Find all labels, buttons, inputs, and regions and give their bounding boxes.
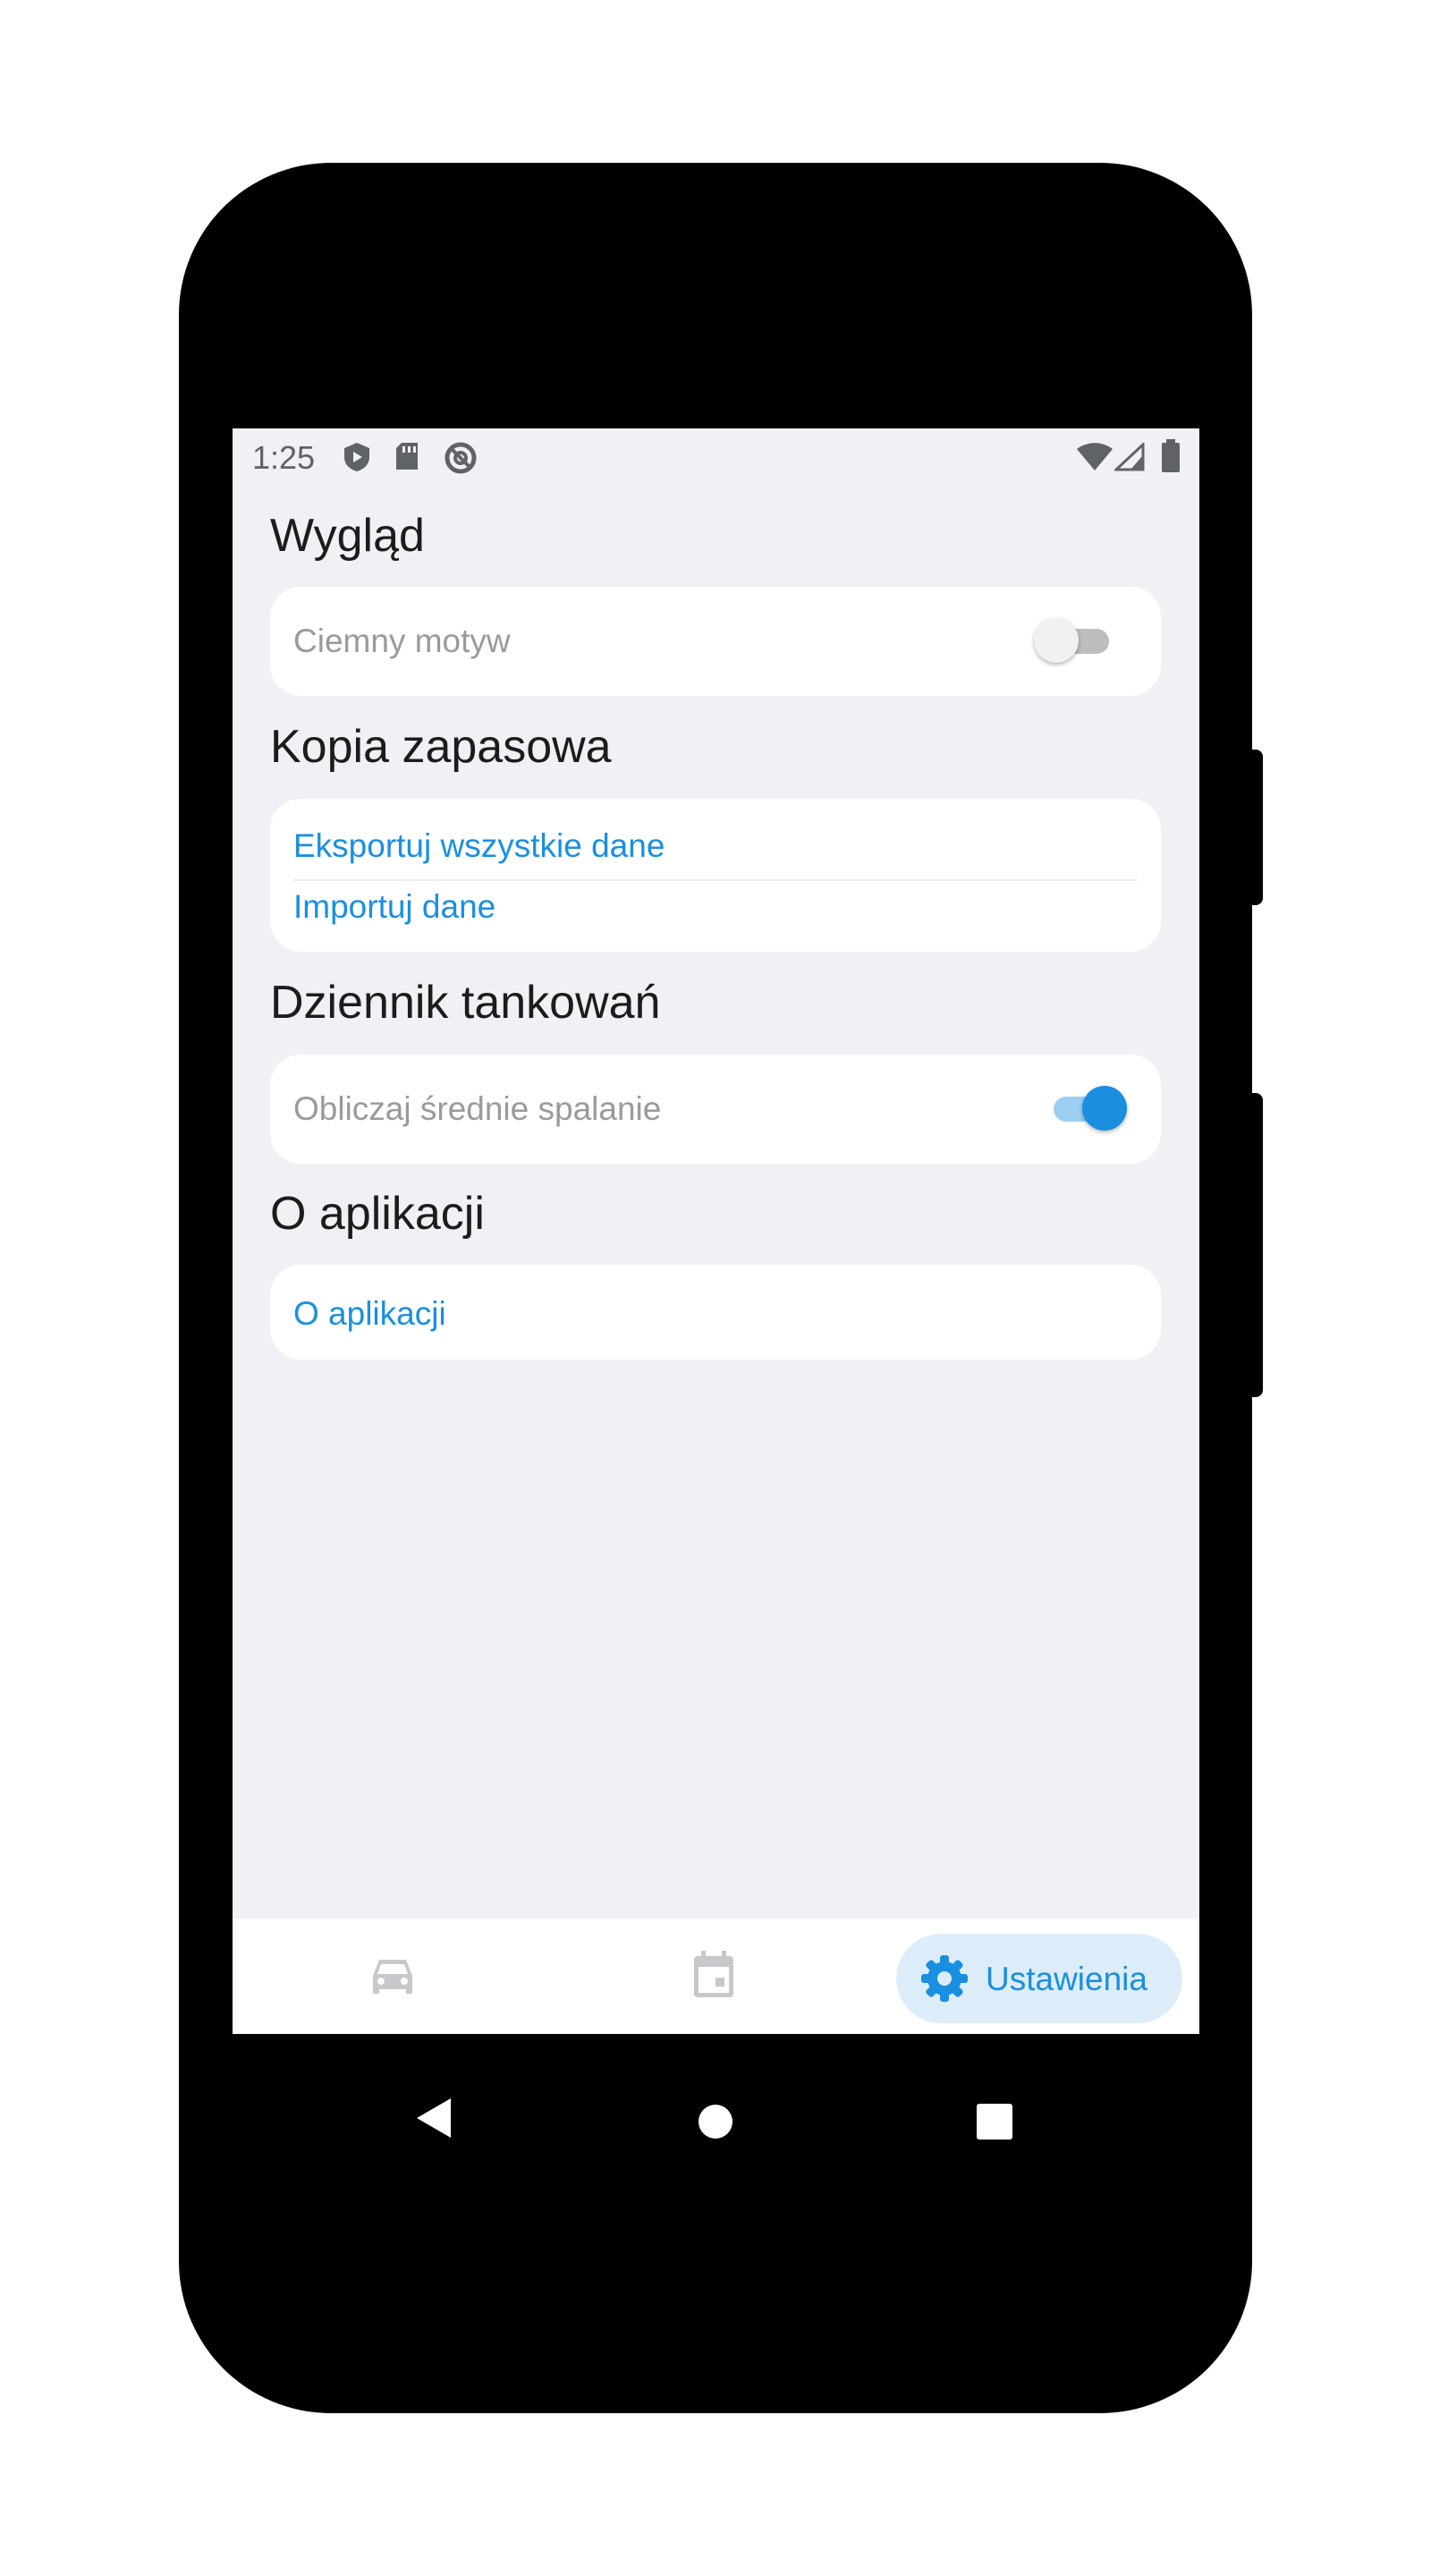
battery-icon <box>1162 439 1180 472</box>
bottom-navigation: Ustawienia <box>233 1919 1199 2034</box>
section-title-backup: Kopia zapasowa <box>270 721 612 773</box>
app-screen: 1:25 Wygląd Ciemny motyw Kopia zapasowa … <box>233 428 1199 2034</box>
sync-disabled-icon <box>445 442 477 474</box>
backup-divider <box>293 879 1138 881</box>
gear-icon <box>921 1955 968 2002</box>
cell-signal-icon <box>1114 443 1145 471</box>
home-icon[interactable] <box>698 2077 733 2166</box>
calendar-icon[interactable] <box>692 1951 735 1999</box>
sd-card-icon <box>396 443 418 470</box>
fuel-log-card: Obliczaj średnie spalanie <box>270 1055 1161 1164</box>
volume-button <box>1249 750 1263 905</box>
export-all-data-link[interactable]: Eksportuj wszystkie dane <box>293 827 665 865</box>
recents-icon[interactable] <box>977 2077 1012 2166</box>
back-icon[interactable] <box>415 2073 454 2163</box>
import-data-link[interactable]: Importuj dane <box>293 888 495 926</box>
avg-consumption-toggle[interactable] <box>1054 1086 1134 1131</box>
shield-icon <box>344 443 369 471</box>
nav-settings-tab[interactable]: Ustawienia <box>896 1934 1182 2023</box>
appearance-card: Ciemny motyw <box>270 587 1161 696</box>
status-bar: 1:25 <box>233 428 1199 486</box>
dark-theme-toggle[interactable] <box>1034 618 1114 663</box>
power-button <box>1249 1093 1263 1397</box>
avg-consumption-label: Obliczaj średnie spalanie <box>293 1090 662 1127</box>
section-title-fuel-log: Dziennik tankowań <box>270 977 661 1029</box>
backup-card: Eksportuj wszystkie dane Importuj dane <box>270 799 1161 952</box>
section-title-appearance: Wygląd <box>270 510 425 562</box>
dark-theme-label: Ciemny motyw <box>293 623 511 659</box>
about-card: O aplikacji <box>270 1265 1161 1360</box>
about-app-link[interactable]: O aplikacji <box>293 1295 446 1333</box>
car-icon[interactable] <box>370 1956 415 1997</box>
nav-settings-label: Ustawienia <box>986 1961 1147 1997</box>
wifi-icon <box>1077 443 1113 470</box>
status-time: 1:25 <box>252 439 316 476</box>
section-title-about: O aplikacji <box>270 1188 485 1240</box>
